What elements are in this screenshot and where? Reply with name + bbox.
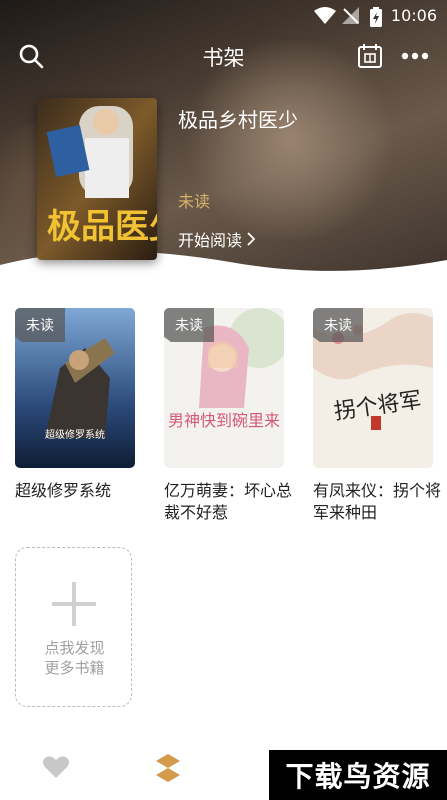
hero-book-title[interactable]: 极品乡村医少 bbox=[178, 104, 298, 133]
plus-icon bbox=[52, 582, 96, 626]
hero-book-cover[interactable]: 极品医少 bbox=[37, 98, 157, 260]
status-bar: 10:06 bbox=[0, 0, 447, 32]
unread-badge: 未读 bbox=[313, 308, 363, 342]
book-title-2[interactable]: 亿万萌妻：坏心总裁不好惹 bbox=[164, 480, 292, 524]
watermark-banner: 下载鸟资源 bbox=[269, 750, 447, 800]
calendar-checkin-icon bbox=[358, 44, 382, 68]
book-card-2[interactable]: 男神快到碗里来 未读 亿万萌妻：坏心总裁不好惹 bbox=[164, 308, 292, 524]
unread-badge: 未读 bbox=[164, 308, 214, 342]
book-cover-2[interactable]: 男神快到碗里来 未读 bbox=[164, 308, 284, 468]
book-card-3[interactable]: 拐个将军 未读 有凤来仪：拐个将军来种田 bbox=[313, 308, 441, 524]
discover-more-button[interactable]: 点我发现 更多书籍 bbox=[15, 547, 132, 707]
more-button[interactable] bbox=[400, 42, 430, 70]
heart-icon bbox=[43, 756, 69, 778]
discover-label-line1: 点我发现 bbox=[44, 639, 105, 657]
hero-cover-art: 极品医少 bbox=[37, 98, 157, 260]
bookshelf-icon bbox=[156, 754, 180, 782]
hero-read-status: 未读 bbox=[178, 192, 211, 211]
more-dots-icon bbox=[401, 52, 429, 60]
book-title-1[interactable]: 超级修罗系统 bbox=[15, 480, 143, 502]
start-reading-label: 开始阅读 bbox=[178, 231, 243, 250]
hero-cover-text: 极品医少 bbox=[47, 207, 157, 247]
discover-label-line2: 更多书籍 bbox=[44, 659, 105, 677]
start-reading-link[interactable]: 开始阅读 bbox=[178, 227, 256, 251]
chevron-right-icon bbox=[247, 232, 256, 246]
battery-charging-icon bbox=[370, 7, 382, 27]
wifi-icon bbox=[314, 7, 336, 24]
status-time: 10:06 bbox=[390, 6, 437, 25]
book-title-3[interactable]: 有凤来仪：拐个将军来种田 bbox=[313, 480, 441, 524]
checkin-button[interactable] bbox=[356, 42, 384, 70]
book-cover-3[interactable]: 拐个将军 未读 bbox=[313, 308, 433, 468]
book-cover-text-1: 超级修罗系统 bbox=[45, 428, 105, 441]
unread-badge: 未读 bbox=[15, 308, 65, 342]
nav-favorites[interactable] bbox=[42, 754, 70, 784]
book-cover-1[interactable]: 超级修罗系统 未读 bbox=[15, 308, 135, 468]
nav-bookshelf[interactable] bbox=[153, 752, 183, 788]
no-signal-icon bbox=[342, 7, 359, 24]
book-cover-text-2: 男神快到碗里来 bbox=[168, 411, 280, 430]
book-card-1[interactable]: 超级修罗系统 未读 超级修罗系统 bbox=[15, 308, 135, 502]
